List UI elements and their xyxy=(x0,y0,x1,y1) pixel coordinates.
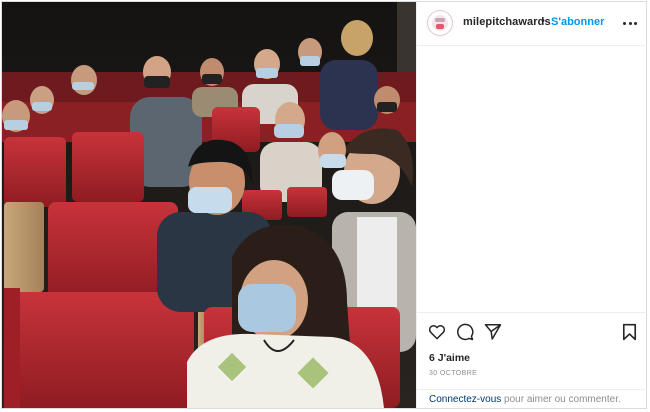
login-prompt: Connectez-vous pour aimer ou commenter. xyxy=(417,389,647,409)
login-link[interactable]: Connectez-vous xyxy=(429,394,501,405)
post-photo[interactable] xyxy=(2,2,416,408)
heart-icon[interactable] xyxy=(428,323,446,340)
post-date[interactable]: 30 OCTOBRE xyxy=(429,370,477,377)
audience-photo-illustration xyxy=(2,2,416,408)
separator-dot: • xyxy=(541,15,545,27)
follow-button[interactable]: S'abonner xyxy=(551,16,604,28)
more-options-icon[interactable] xyxy=(622,12,638,28)
likes-count[interactable]: 6 J'aime xyxy=(429,352,470,364)
login-prompt-text: pour aimer ou commenter. xyxy=(501,394,621,405)
instagram-post-embed: milepitchawards • S'abonner 6 J'aime 30 … xyxy=(1,1,647,409)
share-icon[interactable] xyxy=(484,323,502,340)
bookmark-icon[interactable] xyxy=(622,323,637,341)
comment-icon[interactable] xyxy=(456,323,474,341)
post-header: milepitchawards • S'abonner xyxy=(417,2,647,46)
username-link[interactable]: milepitchawards xyxy=(463,16,551,28)
brand-logo-icon xyxy=(432,15,448,31)
post-actions: 6 J'aime 30 OCTOBRE Connectez-vous pour … xyxy=(417,312,647,408)
post-sidebar: milepitchawards • S'abonner 6 J'aime 30 … xyxy=(416,2,647,408)
avatar[interactable] xyxy=(427,10,453,36)
